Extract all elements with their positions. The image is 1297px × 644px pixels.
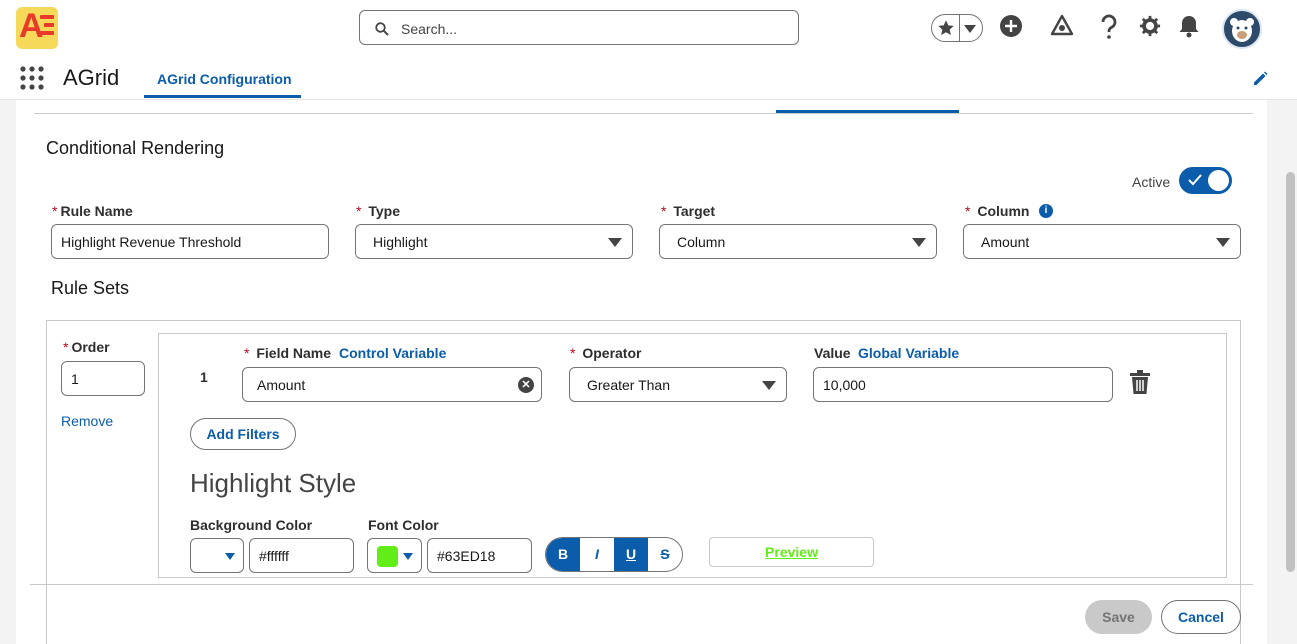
footer-divider	[30, 584, 1253, 585]
italic-button[interactable]: I	[580, 538, 614, 571]
highlight-style-title: Highlight Style	[190, 468, 357, 498]
control-variable-link[interactable]: Control Variable	[339, 345, 446, 361]
help-icon[interactable]	[1098, 14, 1120, 40]
page-scrollbar[interactable]	[1286, 172, 1295, 572]
dropdown-caret-icon	[912, 238, 926, 247]
active-toggle[interactable]	[1179, 167, 1232, 194]
section-title: Conditional Rendering	[46, 138, 225, 158]
dropdown-caret-icon	[608, 238, 622, 247]
color-swatch	[200, 546, 221, 567]
target-select[interactable]: Column	[659, 224, 937, 259]
background-color-picker[interactable]	[190, 538, 244, 573]
global-variable-link[interactable]: Global Variable	[858, 345, 959, 361]
app-logo[interactable]: A	[16, 7, 58, 49]
type-label: * Type	[356, 203, 400, 219]
info-icon[interactable]: i	[1039, 204, 1053, 218]
search-placeholder: Search...	[401, 21, 458, 37]
field-name-label: * Field Name	[244, 345, 332, 361]
trailhead-icon[interactable]	[1050, 14, 1074, 38]
dropdown-caret-icon	[762, 381, 776, 390]
app-launcher-icon[interactable]	[20, 66, 44, 90]
notifications-bell-icon[interactable]	[1178, 14, 1200, 38]
target-label: * Target	[661, 203, 716, 219]
active-toggle-label: Active	[1132, 174, 1171, 190]
strikethrough-button[interactable]: S	[648, 538, 682, 571]
favorites-button[interactable]	[931, 14, 983, 42]
column-label: * Column	[965, 203, 1030, 219]
type-select[interactable]: Highlight	[355, 224, 633, 259]
chevron-down-icon	[964, 25, 976, 33]
tab-label: AGrid Configuration	[157, 71, 292, 87]
order-input[interactable]: 1	[61, 361, 145, 396]
gear-icon[interactable]	[1139, 14, 1161, 38]
condition-row-number: 1	[200, 369, 208, 385]
rule-sets-title: Rule Sets	[51, 278, 130, 298]
operator-label: * Operator	[570, 345, 642, 361]
font-color-picker[interactable]	[367, 538, 422, 573]
font-color-label: Font Color	[368, 517, 439, 533]
add-filters-button[interactable]: Add Filters	[190, 418, 296, 450]
value-input[interactable]: 10,000	[813, 367, 1113, 402]
rule-name-input[interactable]: Highlight Revenue Threshold	[51, 224, 329, 259]
background-color-input[interactable]: #ffffff	[249, 538, 354, 573]
font-color-input[interactable]: #63ED18	[427, 538, 532, 573]
search-icon	[375, 22, 389, 36]
save-button[interactable]: Save	[1085, 600, 1152, 634]
global-search-input[interactable]: Search...	[359, 10, 799, 45]
chevron-down-icon	[225, 553, 235, 560]
bold-button[interactable]: B	[546, 538, 580, 571]
chevron-down-icon	[403, 553, 413, 560]
global-header: A Search... AGrid AGrid Configuration	[0, 0, 1297, 100]
tab-agrid-configuration[interactable]: AGrid Configuration	[144, 62, 301, 98]
checkmark-icon	[1188, 174, 1202, 186]
app-name: AGrid	[63, 65, 120, 90]
color-swatch	[377, 546, 398, 567]
star-icon	[938, 20, 954, 36]
add-icon[interactable]	[999, 14, 1023, 38]
style-preview: Preview	[709, 537, 874, 567]
tab-strip-divider	[34, 113, 1253, 114]
text-format-button-group: B I U S	[545, 537, 683, 572]
underline-button[interactable]: U	[614, 538, 648, 571]
edit-nav-pencil-icon[interactable]	[1252, 71, 1268, 87]
clear-icon[interactable]: ✕	[518, 377, 534, 393]
background-color-label: Background Color	[190, 517, 313, 533]
dropdown-caret-icon	[1216, 238, 1230, 247]
user-avatar[interactable]	[1222, 9, 1262, 49]
config-card: Conditional Rendering Active * Rule Name …	[16, 100, 1267, 644]
cancel-button[interactable]: Cancel	[1161, 600, 1241, 634]
order-label: * Order	[63, 339, 110, 355]
active-tab-indicator	[776, 110, 959, 113]
value-label: Value	[814, 345, 851, 361]
operator-select[interactable]: Greater Than	[569, 367, 787, 402]
delete-trash-icon[interactable]	[1130, 370, 1150, 394]
field-name-input[interactable]: Amount ✕	[242, 367, 542, 402]
column-select[interactable]: Amount	[963, 224, 1241, 259]
rule-name-label: * Rule Name	[52, 203, 133, 219]
remove-rule-set-link[interactable]: Remove	[61, 413, 113, 429]
